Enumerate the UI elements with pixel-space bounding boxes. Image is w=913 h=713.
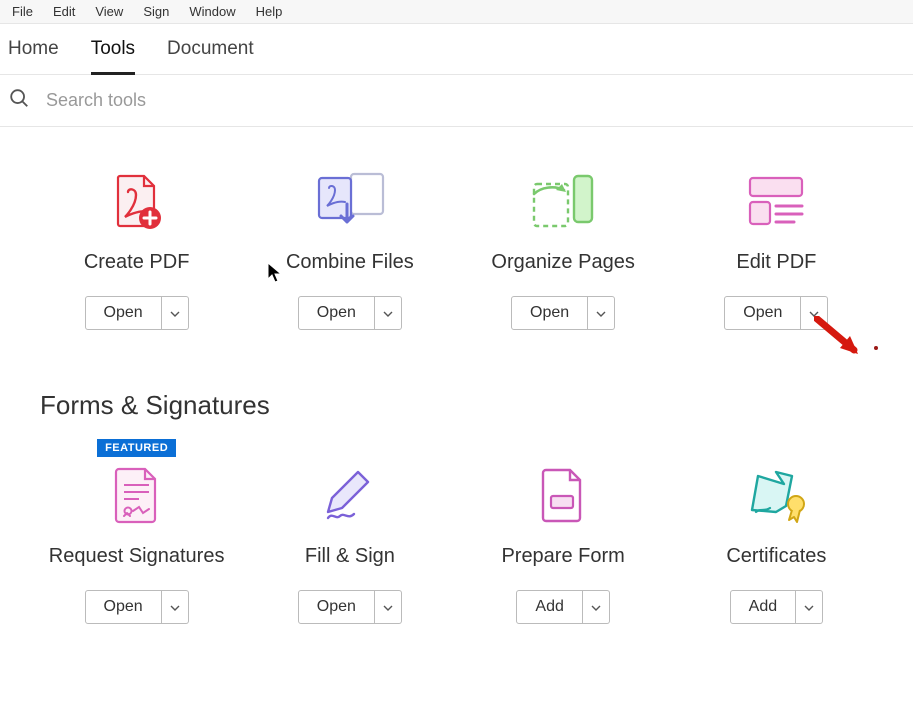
open-button[interactable]: Open — [85, 590, 162, 624]
tool-label: Organize Pages — [491, 251, 634, 274]
tool-label: Edit PDF — [736, 251, 816, 274]
tool-edit-pdf: Edit PDF Open — [686, 167, 866, 330]
chevron-down-icon — [170, 304, 180, 322]
tool-combine-files: Combine Files Open — [260, 167, 440, 330]
open-button[interactable]: Open — [511, 296, 588, 330]
tool-prepare-form: Prepare Form Add — [473, 461, 653, 624]
chevron-down-icon — [596, 304, 606, 322]
tab-bar: Home Tools Document — [0, 24, 913, 75]
open-button[interactable]: Open — [724, 296, 801, 330]
tool-organize-pages: Organize Pages Open — [473, 167, 653, 330]
tool-label: Certificates — [726, 545, 826, 568]
prepare-form-icon — [538, 461, 588, 529]
add-dropdown[interactable] — [796, 590, 823, 624]
tool-label: Fill & Sign — [305, 545, 395, 568]
open-button[interactable]: Open — [85, 296, 162, 330]
chevron-down-icon — [809, 304, 819, 322]
open-button[interactable]: Open — [298, 296, 375, 330]
tab-home[interactable]: Home — [8, 38, 59, 74]
search-row — [0, 75, 913, 127]
search-icon — [8, 87, 30, 114]
open-dropdown[interactable] — [588, 296, 615, 330]
section-heading-forms: Forms & Signatures — [40, 390, 913, 421]
tool-create-pdf: Create PDF Open — [47, 167, 227, 330]
open-dropdown[interactable] — [162, 296, 189, 330]
chevron-down-icon — [804, 598, 814, 616]
chevron-down-icon — [383, 304, 393, 322]
chevron-down-icon — [591, 598, 601, 616]
combine-files-icon — [311, 167, 389, 235]
chevron-down-icon — [383, 598, 393, 616]
menu-help[interactable]: Help — [246, 0, 293, 23]
menu-sign[interactable]: Sign — [133, 0, 179, 23]
create-pdf-icon — [106, 167, 168, 235]
menu-window[interactable]: Window — [179, 0, 245, 23]
tools-section-2: FEATURED Request Signatures Open — [0, 451, 913, 624]
annotation-dot-icon — [874, 346, 878, 350]
certificates-icon — [742, 461, 810, 529]
open-dropdown[interactable] — [801, 296, 828, 330]
tool-certificates: Certificates Add — [686, 461, 866, 624]
tab-tools[interactable]: Tools — [91, 38, 135, 75]
menu-edit[interactable]: Edit — [43, 0, 85, 23]
tool-label: Combine Files — [286, 251, 414, 274]
edit-pdf-icon — [746, 167, 806, 235]
search-input[interactable] — [46, 90, 446, 111]
fill-sign-icon — [322, 461, 378, 529]
tool-label: Request Signatures — [49, 545, 225, 568]
open-button[interactable]: Open — [298, 590, 375, 624]
menu-file[interactable]: File — [2, 0, 43, 23]
open-dropdown[interactable] — [375, 296, 402, 330]
add-button[interactable]: Add — [516, 590, 582, 624]
add-dropdown[interactable] — [583, 590, 610, 624]
tab-document[interactable]: Document — [167, 38, 254, 74]
featured-badge: FEATURED — [97, 439, 176, 457]
menu-view[interactable]: View — [85, 0, 133, 23]
open-dropdown[interactable] — [375, 590, 402, 624]
tool-label: Prepare Form — [501, 545, 624, 568]
chevron-down-icon — [170, 598, 180, 616]
request-signatures-icon — [109, 461, 165, 529]
tool-fill-sign: Fill & Sign Open — [260, 461, 440, 624]
tool-label: Create PDF — [84, 251, 190, 274]
add-button[interactable]: Add — [730, 590, 796, 624]
tool-request-signatures: FEATURED Request Signatures Open — [47, 461, 227, 624]
open-dropdown[interactable] — [162, 590, 189, 624]
menubar: File Edit View Sign Window Help — [0, 0, 913, 24]
organize-pages-icon — [528, 167, 598, 235]
tools-section-1: Create PDF Open Combine Files Open — [0, 127, 913, 330]
